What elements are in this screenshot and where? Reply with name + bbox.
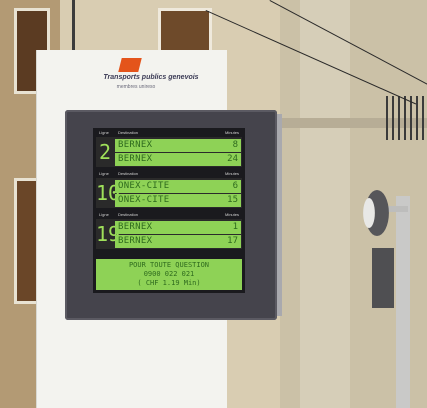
header-line-label: Ligne (99, 171, 109, 176)
departure-row: BERNEX 17 (115, 235, 241, 248)
line-number: 2 (98, 140, 112, 164)
departure-row: BERNEX 8 (115, 139, 241, 152)
departure-row: BERNEX 24 (115, 153, 241, 166)
destination: ONEX-CITE (118, 181, 170, 191)
departure-row: ONEX-CITE 6 (115, 180, 241, 193)
header-destination-label: Destination (118, 130, 139, 135)
brand-tagline: membres unireso (116, 84, 156, 90)
tpg-logo-icon (118, 58, 142, 72)
building-window-right (372, 248, 394, 308)
header-destination-label: Destination (118, 171, 139, 176)
departure-group: 2 BERNEX 8 BERNEX 24 (96, 137, 242, 167)
header-minutes-label: Minutes (224, 212, 239, 217)
column-header: Ligne Destination Minutes (96, 170, 242, 177)
destination: BERNEX (118, 236, 153, 246)
header-line-label: Ligne (99, 212, 109, 217)
departure-row: ONEX-CITE 15 (115, 194, 241, 207)
info-notice: POUR TOUTE QUESTION 0900 022 021 ( CHF 1… (96, 259, 242, 290)
line-number: 19 (96, 222, 121, 246)
destination: BERNEX (118, 222, 153, 232)
brand-name: Transports publics genevois (103, 74, 199, 81)
departure-group: 19 BERNEX 1 BERNEX 17 (96, 219, 242, 249)
minutes: 24 (227, 154, 238, 164)
tpg-logo: Transports publics genevois membres unir… (96, 58, 206, 96)
speaker-mount (386, 206, 408, 212)
destination: BERNEX (118, 140, 153, 150)
minutes: 15 (227, 195, 238, 205)
minutes: 8 (232, 140, 238, 150)
column-header: Ligne Destination Minutes (96, 129, 242, 136)
photo-scene: Transports publics genevois membres unir… (0, 0, 427, 408)
minutes: 6 (232, 181, 238, 191)
loudspeaker-horn-icon (363, 198, 375, 228)
column-header: Ligne Destination Minutes (96, 211, 242, 218)
header-minutes-label: Minutes (224, 171, 239, 176)
building-balcony (386, 96, 427, 140)
notice-phone: 0900 022 021 (143, 270, 195, 278)
building-column-right (300, 0, 350, 408)
header-line-label: Ligne (99, 130, 109, 135)
departure-group: 10 ONEX-CITE 6 ONEX-CITE 15 (96, 178, 242, 208)
header-minutes-label: Minutes (224, 130, 239, 135)
departure-row: BERNEX 1 (115, 221, 241, 234)
line-number: 10 (96, 181, 121, 205)
lamp-pole (396, 196, 410, 408)
notice-line: POUR TOUTE QUESTION (128, 261, 210, 269)
destination: BERNEX (118, 154, 153, 164)
minutes: 17 (227, 236, 238, 246)
antenna-rod (72, 0, 75, 52)
notice-price: ( CHF 1.19 Min) (137, 279, 201, 287)
departure-screen: Ligne Destination Minutes 2 BERNEX 8 BER… (93, 128, 245, 293)
building-window-center (158, 8, 212, 54)
minutes: 1 (232, 222, 238, 232)
destination: ONEX-CITE (118, 195, 170, 205)
header-destination-label: Destination (118, 212, 139, 217)
